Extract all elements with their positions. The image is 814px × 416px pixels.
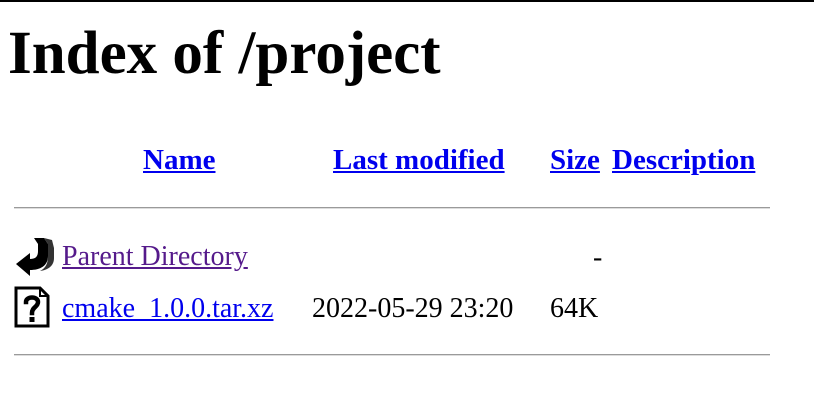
row-last-modified: 2022-05-29 23:20 [312, 293, 514, 324]
back-arrow-icon [16, 238, 54, 276]
file-link[interactable]: cmake_1.0.0.tar.xz [62, 292, 273, 326]
column-header-last-modified[interactable]: Last modified [333, 142, 505, 178]
row-size: 64K [550, 293, 599, 324]
header-divider [14, 207, 770, 209]
page-title: Index of /project [8, 20, 441, 87]
column-header-size[interactable]: Size [550, 142, 600, 178]
top-border [0, 0, 814, 2]
unknown-file-icon [14, 286, 50, 328]
column-header-name[interactable]: Name [143, 142, 215, 178]
column-header-description[interactable]: Description [612, 142, 755, 178]
footer-divider [14, 354, 770, 356]
parent-directory-link[interactable]: Parent Directory [62, 240, 248, 274]
row-size: - [593, 242, 603, 273]
